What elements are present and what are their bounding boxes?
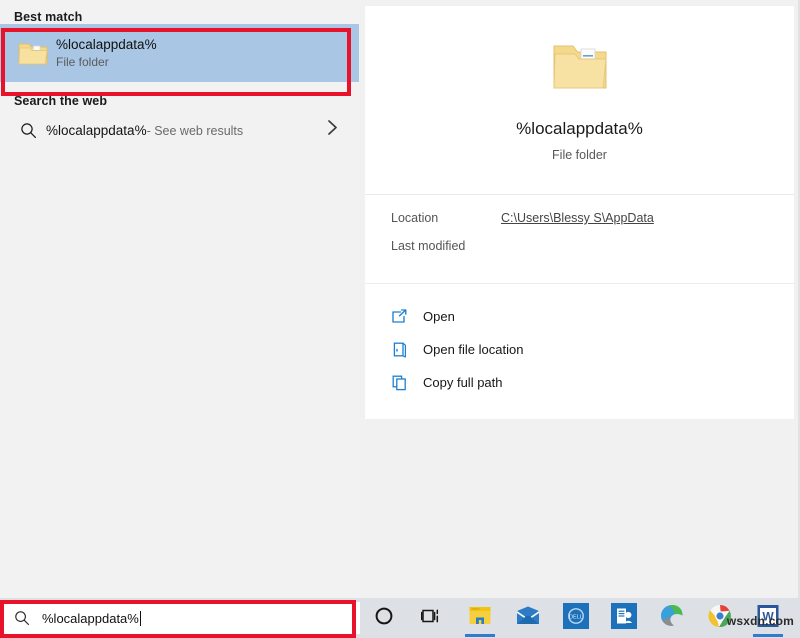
task-view-button[interactable] <box>408 598 456 638</box>
svg-text:DELL: DELL <box>569 614 583 620</box>
best-match-text: %localappdata% File folder <box>56 36 157 71</box>
edge-button[interactable] <box>648 598 696 638</box>
web-result-label: %localappdata%- See web results <box>46 123 243 138</box>
best-match-subtitle: File folder <box>56 54 109 69</box>
chrome-button[interactable] <box>696 598 744 638</box>
dell-support-button[interactable] <box>600 598 648 638</box>
file-explorer-button[interactable] <box>456 598 504 638</box>
taskbar-buttons: DELL W <box>360 598 800 638</box>
preview-hero: %localappdata% File folder <box>365 6 794 195</box>
metadata-key-location: Location <box>391 211 439 225</box>
circle-icon <box>374 606 394 631</box>
edge-icon <box>659 603 685 634</box>
preview-item-type: File folder <box>552 148 607 162</box>
mail-icon <box>515 605 541 632</box>
metadata-row-location: Location C:\Users\Blessy S\AppData <box>391 211 794 239</box>
copy-icon <box>391 374 423 391</box>
search-the-web-header: Search the web <box>14 94 108 108</box>
best-match-result-row[interactable]: %localappdata% File folder <box>0 24 359 82</box>
metadata-value-location[interactable]: C:\Users\Blessy S\AppData <box>501 211 654 225</box>
search-preview-pane: %localappdata% File folder Location C:\U… <box>359 0 800 598</box>
taskbar-search-input[interactable]: %localappdata% <box>4 602 360 634</box>
file-explorer-icon <box>467 604 493 633</box>
text-caret <box>139 610 141 626</box>
action-open-file-location[interactable]: Open file location <box>365 333 794 366</box>
preview-card: %localappdata% File folder Location C:\U… <box>365 6 794 419</box>
word-button[interactable]: W <box>744 598 792 638</box>
best-match-header: Best match <box>14 10 83 24</box>
action-open-label: Open <box>423 309 455 324</box>
folder-icon <box>10 39 56 67</box>
action-open-file-location-label: Open file location <box>423 342 524 357</box>
best-match-title: %localappdata% <box>56 36 157 52</box>
open-external-icon <box>391 308 423 325</box>
search-icon <box>14 610 42 626</box>
chrome-icon <box>707 603 733 634</box>
metadata-row-last-modified: Last modified <box>391 239 794 267</box>
svg-text:W: W <box>762 609 774 623</box>
dell-icon: DELL <box>563 602 589 634</box>
task-view-icon <box>420 607 443 630</box>
web-result-query: %localappdata% <box>46 122 147 138</box>
taskbar: %localappdata% DELL W <box>0 598 800 638</box>
action-open[interactable]: Open <box>365 300 794 333</box>
taskbar-search-text: %localappdata% <box>42 610 141 626</box>
folder-icon <box>548 38 612 103</box>
start-search-flyout: Best match %localappdata% File folder Se… <box>0 0 800 598</box>
web-result-row[interactable]: %localappdata%- See web results <box>0 108 359 152</box>
preview-item-name: %localappdata% <box>516 119 643 138</box>
dell-support-icon <box>611 602 637 634</box>
action-copy-full-path-label: Copy full path <box>423 375 503 390</box>
preview-metadata: Location C:\Users\Blessy S\AppData Last … <box>365 195 794 284</box>
metadata-key-last-modified: Last modified <box>391 239 466 253</box>
windows-desktop-screenshot: Best match %localappdata% File folder Se… <box>0 0 800 638</box>
action-copy-full-path[interactable]: Copy full path <box>365 366 794 399</box>
mail-button[interactable] <box>504 598 552 638</box>
taskbar-search-value: %localappdata% <box>42 610 139 626</box>
web-result-suffix: - See web results <box>146 123 244 138</box>
preview-actions: Open Open file location Copy full path <box>365 284 794 419</box>
chevron-right-icon[interactable] <box>326 119 339 141</box>
dell-button[interactable]: DELL <box>552 598 600 638</box>
search-results-pane: Best match %localappdata% File folder Se… <box>0 0 359 598</box>
cortana-button[interactable] <box>360 598 408 638</box>
word-icon: W <box>756 603 780 634</box>
open-folder-icon <box>391 341 423 358</box>
search-icon <box>10 122 46 139</box>
